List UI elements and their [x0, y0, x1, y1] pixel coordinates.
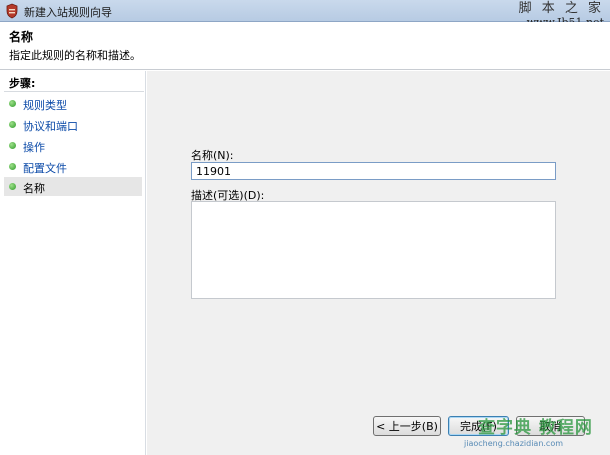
step-bullet-icon [9, 121, 16, 128]
step-bullet-icon [9, 142, 16, 149]
step-rule-type[interactable]: 规则类型 [4, 94, 142, 113]
step-name[interactable]: 名称 [4, 177, 142, 196]
step-label: 名称 [23, 182, 45, 195]
page-subtitle: 指定此规则的名称和描述。 [9, 49, 141, 62]
step-protocol-ports[interactable]: 协议和端口 [4, 115, 142, 134]
steps-heading: 步骤: [9, 77, 36, 90]
description-input[interactable] [191, 201, 556, 299]
steps-divider [4, 91, 144, 92]
title-bar: 新建入站规则向导 脚 本 之 家 www.Jb51.net [0, 0, 610, 29]
watermark-bottom: 查字典 教程网 jiaocheng.chazidian.com [460, 413, 610, 455]
watermark-top-text: 脚 本 之 家 [518, 1, 604, 16]
wizard-header: 名称 指定此规则的名称和描述。 [0, 22, 610, 70]
step-action[interactable]: 操作 [4, 136, 142, 155]
watermark-bottom-text: 查字典 教程网 [478, 418, 593, 438]
name-field-label: 名称(N): [191, 149, 234, 162]
step-label: 协议和端口 [23, 120, 78, 133]
watermark-bottom-url: jiaocheng.chazidian.com [464, 439, 564, 448]
firewall-shield-icon [4, 3, 20, 19]
name-input[interactable] [191, 162, 556, 180]
step-label: 规则类型 [23, 99, 67, 112]
step-label: 操作 [23, 141, 45, 154]
step-bullet-icon [9, 183, 16, 190]
window-title: 新建入站规则向导 [24, 6, 112, 19]
step-bullet-icon [9, 100, 16, 107]
step-label: 配置文件 [23, 162, 67, 175]
step-profile[interactable]: 配置文件 [4, 157, 142, 176]
wizard-content: 名称(N): 描述(可选)(D): < 上一步(B) 完成(F) 取消 [147, 71, 610, 455]
step-bullet-icon [9, 163, 16, 170]
back-button[interactable]: < 上一步(B) [373, 416, 441, 436]
page-title: 名称 [9, 30, 34, 44]
steps-sidebar: 步骤: 规则类型 协议和端口 操作 配置文件 名称 [0, 71, 146, 455]
